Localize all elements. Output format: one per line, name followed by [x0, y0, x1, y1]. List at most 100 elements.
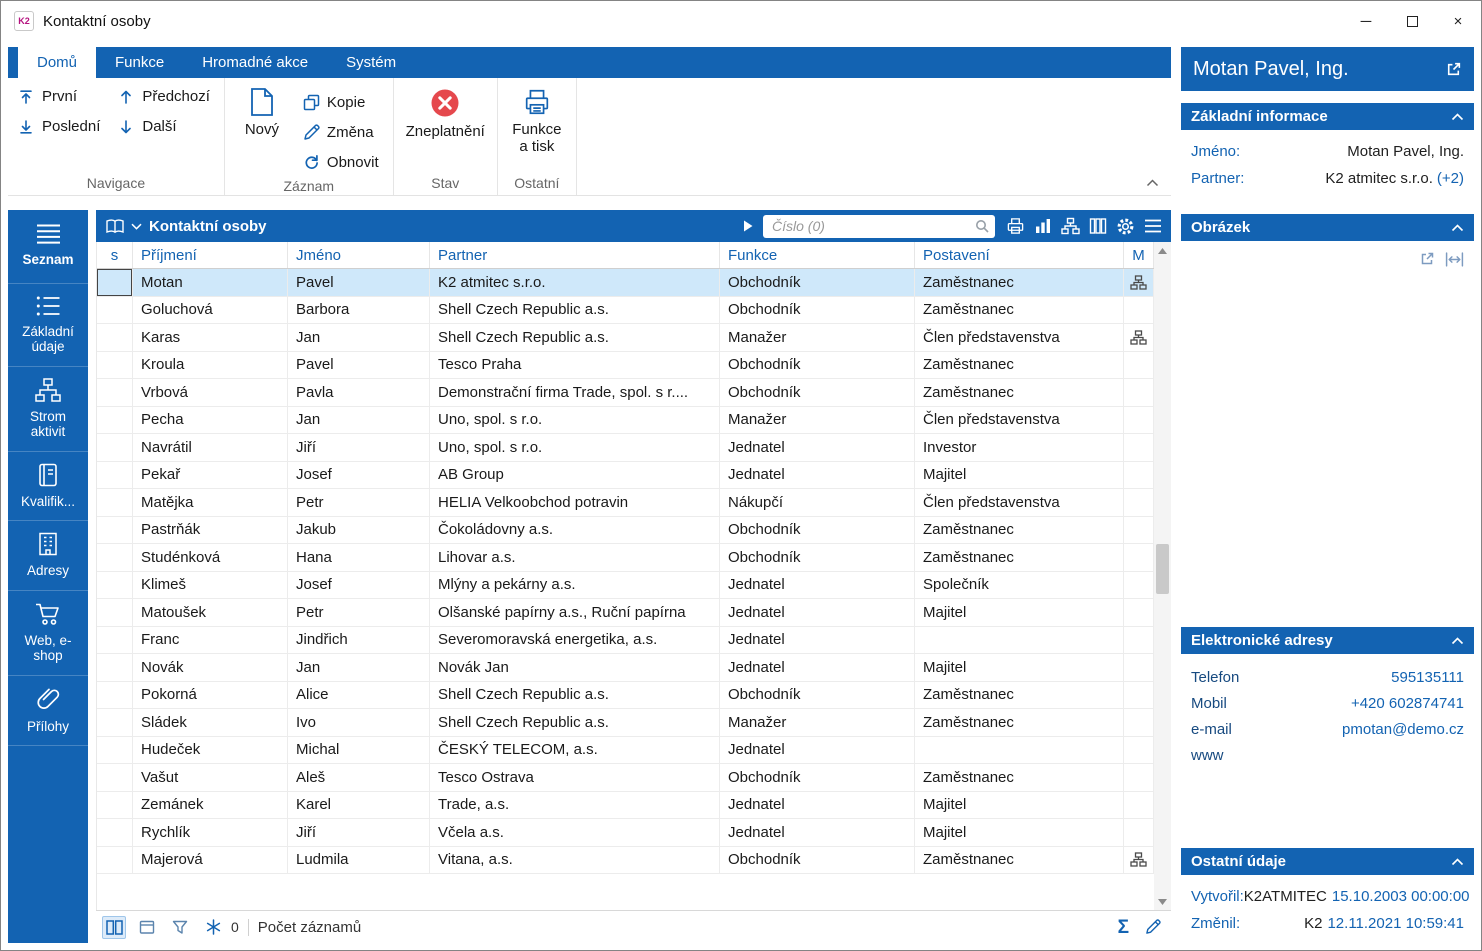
row-selector-cell[interactable]: [97, 544, 133, 571]
ribbon-tab[interactable]: Domů: [18, 47, 97, 78]
refresh-button[interactable]: Obnovit: [303, 147, 379, 177]
table-row[interactable]: Pekař Josef AB Group Jednatel Majitel: [97, 461, 1154, 489]
row-selector-cell[interactable]: [97, 846, 133, 873]
maximize-button[interactable]: [1389, 1, 1435, 41]
table-row[interactable]: Vrbová Pavla Demonstrační firma Trade, s…: [97, 379, 1154, 407]
next-record-button[interactable]: Další: [118, 118, 210, 135]
row-selector-cell[interactable]: [97, 681, 133, 708]
scroll-up-button[interactable]: [1154, 242, 1171, 259]
scrollbar-track[interactable]: [1154, 259, 1171, 893]
scroll-down-button[interactable]: [1154, 893, 1171, 910]
table-row[interactable]: Pokorná Alice Shell Czech Republic a.s. …: [97, 681, 1154, 709]
table-row[interactable]: Rychlík Jiří Včela a.s. Jednatel Majitel: [97, 819, 1154, 847]
sidebar-item-web-eshop[interactable]: Web, e-shop: [8, 591, 88, 676]
table-row[interactable]: Pastrňák Jakub Čokoládovny a.s. Obchodní…: [97, 516, 1154, 544]
vertical-scrollbar[interactable]: [1154, 242, 1171, 910]
table-row[interactable]: Sládek Ivo Shell Czech Republic a.s. Man…: [97, 709, 1154, 737]
row-selector-cell[interactable]: [97, 351, 133, 378]
column-header-role[interactable]: Funkce: [720, 242, 915, 268]
column-header-name[interactable]: Jméno: [288, 242, 430, 268]
row-selector-cell[interactable]: [97, 406, 133, 433]
eaddress-value[interactable]: pmotan@demo.cz: [1342, 721, 1464, 738]
row-selector-cell[interactable]: [97, 324, 133, 351]
search-icon[interactable]: [975, 219, 989, 233]
sidebar-item-zakladni-udaje[interactable]: Základní údaje: [8, 284, 88, 367]
other-info-header[interactable]: Ostatní údaje: [1181, 848, 1474, 875]
row-selector-cell[interactable]: [97, 516, 133, 543]
table-row[interactable]: Studénková Hana Lihovar a.s. Obchodník Z…: [97, 544, 1154, 572]
row-selector-cell[interactable]: [97, 709, 133, 736]
previous-record-button[interactable]: Předchozí: [118, 88, 210, 105]
table-row[interactable]: Pecha Jan Uno, spol. s r.o. Manažer Člen…: [97, 406, 1154, 434]
eaddresses-header[interactable]: Elektronické adresy: [1181, 627, 1474, 654]
row-selector-cell[interactable]: [97, 269, 133, 296]
play-icon[interactable]: [742, 219, 754, 233]
gear-icon[interactable]: [1116, 217, 1135, 236]
open-image-external-icon[interactable]: [1419, 251, 1435, 267]
column-header-s[interactable]: s: [97, 242, 133, 268]
functions-print-button[interactable]: Funkce a tisk: [504, 82, 570, 156]
org-structure-icon[interactable]: [1061, 217, 1080, 235]
table-row[interactable]: Navrátil Jiří Uno, spol. s r.o. Jednatel…: [97, 434, 1154, 462]
first-record-button[interactable]: První: [18, 88, 100, 105]
split-view-button[interactable]: [102, 915, 126, 939]
collapse-ribbon-button[interactable]: [1146, 179, 1159, 187]
column-header-surname[interactable]: Příjmení: [133, 242, 288, 268]
table-row[interactable]: Karas Jan Shell Czech Republic a.s. Mana…: [97, 324, 1154, 352]
collapse-section-icon[interactable]: [1451, 112, 1464, 121]
row-selector-cell[interactable]: [97, 461, 133, 488]
open-book-icon[interactable]: [105, 218, 125, 235]
open-external-icon[interactable]: [1445, 61, 1462, 78]
edit-button[interactable]: Změna: [303, 117, 379, 147]
table-row[interactable]: Vašut Aleš Tesco Ostrava Obchodník Zaměs…: [97, 764, 1154, 792]
sidebar-item-strom-aktivit[interactable]: Strom aktivit: [8, 367, 88, 452]
fit-width-icon[interactable]: [1445, 251, 1464, 267]
row-selector-cell[interactable]: [97, 296, 133, 323]
sum-icon[interactable]: Σ: [1118, 918, 1129, 937]
row-selector-cell[interactable]: [97, 434, 133, 461]
table-row[interactable]: Motan Pavel K2 atmitec s.r.o. Obchodník …: [97, 269, 1154, 297]
table-row[interactable]: Matoušek Petr Olšanské papírny a.s., Ruč…: [97, 599, 1154, 627]
filter-button[interactable]: [168, 916, 192, 939]
chart-icon[interactable]: [1034, 217, 1052, 235]
copy-button[interactable]: Kopie: [303, 87, 379, 117]
table-row[interactable]: Hudeček Michal ČESKÝ TELECOM, a.s. Jedna…: [97, 736, 1154, 764]
ribbon-tab[interactable]: Systém: [327, 47, 415, 78]
scrollbar-thumb[interactable]: [1156, 544, 1169, 595]
ribbon-tab[interactable]: Funkce: [96, 47, 183, 78]
table-row[interactable]: Goluchová Barbora Shell Czech Republic a…: [97, 296, 1154, 324]
sidebar-item-adresy[interactable]: Adresy: [8, 521, 88, 591]
picture-header[interactable]: Obrázek: [1181, 214, 1474, 241]
sidebar-item-prilohy[interactable]: Přílohy: [8, 676, 88, 747]
basic-info-header[interactable]: Základní informace: [1181, 103, 1474, 130]
table-row[interactable]: Kroula Pavel Tesco Praha Obchodník Zaměs…: [97, 351, 1154, 379]
sidebar-item-seznam[interactable]: Seznam: [8, 210, 88, 284]
column-header-m[interactable]: M: [1124, 242, 1154, 268]
row-selector-cell[interactable]: [97, 736, 133, 763]
chevron-down-icon[interactable]: [131, 223, 142, 230]
table-row[interactable]: Matějka Petr HELIA Velkoobchod potravin …: [97, 489, 1154, 517]
close-button[interactable]: ×: [1435, 1, 1481, 41]
row-selector-cell[interactable]: [97, 626, 133, 653]
row-selector-cell[interactable]: [97, 791, 133, 818]
row-selector-cell[interactable]: [97, 379, 133, 406]
print-icon[interactable]: [1006, 217, 1025, 235]
invalidate-button[interactable]: Zneplatnění: [400, 82, 491, 141]
eaddress-value[interactable]: +420 602874741: [1351, 695, 1464, 712]
collapse-section-icon[interactable]: [1451, 223, 1464, 232]
hamburger-menu-icon[interactable]: [1144, 219, 1162, 233]
row-selector-cell[interactable]: [97, 571, 133, 598]
collapse-section-icon[interactable]: [1451, 636, 1464, 645]
search-input[interactable]: [772, 218, 975, 234]
partner-value[interactable]: K2 atmitec s.r.o.: [1325, 170, 1433, 187]
freeze-button[interactable]: [201, 916, 225, 939]
row-selector-cell[interactable]: [97, 489, 133, 516]
record-count-label[interactable]: Počet záznamů: [258, 919, 361, 936]
table-row[interactable]: Majerová Ludmila Vitana, a.s. Obchodník …: [97, 846, 1154, 874]
edit-pencil-icon[interactable]: [1145, 919, 1161, 935]
row-selector-cell[interactable]: [97, 599, 133, 626]
table-row[interactable]: Zemánek Karel Trade, a.s. Jednatel Majit…: [97, 791, 1154, 819]
sidebar-item-kvalifikace[interactable]: Kvalifik...: [8, 452, 88, 522]
new-record-button[interactable]: Nový: [231, 82, 293, 139]
partner-extra[interactable]: (+2): [1437, 170, 1464, 187]
